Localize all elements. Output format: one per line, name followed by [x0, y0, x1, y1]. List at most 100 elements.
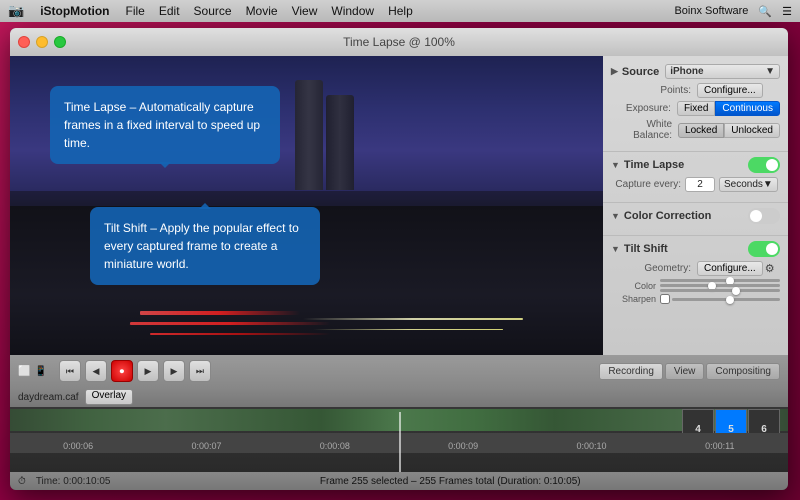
menubar-right: Boinx Software 🔍 ☰ [674, 5, 792, 18]
record-button[interactable]: ⏺ [111, 360, 133, 382]
main-window: Time Lapse @ 100% [10, 28, 788, 490]
mobile-icon: 📱 [34, 366, 46, 377]
timelapse-label: Time Lapse [624, 159, 684, 171]
timelapse-section: ▼ Time Lapse Capture every: 2 Seconds ▼ [603, 155, 788, 197]
exposure-fixed[interactable]: Fixed [677, 101, 715, 116]
tilt-shift-label: Tilt Shift [624, 243, 668, 255]
trail-white2 [313, 329, 503, 330]
menu-icon[interactable]: ☰ [782, 5, 792, 18]
video-background: Time Lapse – Automatically capture frame… [10, 56, 603, 355]
capture-value[interactable]: 2 [685, 177, 715, 192]
color-arrow: ▼ [611, 211, 620, 221]
tooltip-timelapse-text: Time Lapse – Automatically capture frame… [64, 100, 260, 150]
tick-2: 0:00:07 [142, 441, 270, 451]
window-title: Time Lapse @ 100% [343, 35, 455, 49]
menu-edit[interactable]: Edit [159, 4, 180, 18]
configure-points-button[interactable]: Configure... [697, 83, 763, 98]
play-button[interactable]: ▶ [137, 360, 159, 382]
menu-view[interactable]: View [292, 4, 318, 18]
skip-back-button[interactable]: ⏮ [59, 360, 81, 382]
trail-red2 [150, 333, 330, 335]
overlay-select[interactable]: Overlay [85, 389, 133, 405]
sharpen-slider-row: Sharpen [611, 294, 780, 304]
tooltip-tiltshift: Tilt Shift – Apply the popular effect to… [90, 207, 320, 285]
divider1 [603, 151, 788, 152]
gear-icon[interactable]: ⚙ [765, 262, 775, 275]
tick-5: 0:00:10 [527, 441, 655, 451]
configure-geometry-button[interactable]: Configure... [697, 261, 763, 276]
wb-unlocked[interactable]: Unlocked [724, 123, 780, 138]
right-panel: ▶ Source iPhone ▼ Points: Configure... E… [603, 56, 788, 355]
tab-recording[interactable]: Recording [599, 363, 663, 380]
source-section: ▶ Source iPhone ▼ Points: Configure... E… [603, 62, 788, 146]
building2 [326, 95, 354, 190]
minimize-button[interactable] [36, 36, 48, 48]
tilt-shift-section: ▼ Tilt Shift Geometry: Configure... ⚙ Co… [603, 239, 788, 308]
exposure-continuous[interactable]: Continuous [715, 101, 780, 116]
source-arrow: ▶ [611, 66, 618, 77]
tilt-shift-header[interactable]: ▼ Tilt Shift [611, 241, 780, 257]
traffic-lights [18, 36, 66, 48]
titlebar: Time Lapse @ 100% [10, 28, 788, 56]
maximize-button[interactable] [54, 36, 66, 48]
menu-source[interactable]: Source [194, 4, 232, 18]
trail-red1 [130, 322, 330, 325]
monitor-icon: ⬜ [18, 366, 30, 377]
menu-items: File Edit Source Movie View Window Help [126, 4, 413, 18]
wb-row: White Balance: Locked Unlocked [611, 119, 780, 141]
capture-every-label: Capture every: [611, 179, 681, 190]
tilt-shift-toggle[interactable] [748, 241, 780, 257]
color-slider-label: Color [611, 281, 656, 291]
color-correction-header[interactable]: ▼ Color Correction [611, 208, 780, 224]
tooltip-tiltshift-text: Tilt Shift – Apply the popular effect to… [104, 221, 299, 271]
color-slider-1[interactable] [660, 279, 780, 282]
color-slider-2[interactable] [660, 284, 780, 287]
source-device-select[interactable]: iPhone ▼ [665, 64, 780, 79]
search-icon[interactable]: 🔍 [758, 5, 772, 18]
wb-radio: Locked Unlocked [678, 123, 780, 138]
trail-red3 [140, 311, 300, 315]
wb-label: White Balance: [611, 119, 672, 141]
capture-row: Capture every: 2 Seconds ▼ [611, 177, 780, 192]
tab-compositing[interactable]: Compositing [706, 363, 780, 380]
menubar: 📷 iStopMotion File Edit Source Movie Vie… [0, 0, 800, 22]
menu-file[interactable]: File [126, 4, 145, 18]
points-row: Points: Configure... [611, 83, 780, 98]
app-icon: 📷 [8, 3, 24, 19]
timelapse-header[interactable]: ▼ Time Lapse [611, 157, 780, 173]
step-back-button[interactable]: ◀ [85, 360, 107, 382]
color-correction-section: ▼ Color Correction [603, 206, 788, 230]
capture-unit-select[interactable]: Seconds ▼ [719, 177, 778, 192]
exposure-radio: Fixed Continuous [677, 101, 780, 116]
sharpen-controls [660, 294, 780, 304]
menu-window[interactable]: Window [331, 4, 374, 18]
exposure-label: Exposure: [611, 103, 671, 114]
sharpen-checkbox[interactable] [660, 294, 670, 304]
menu-help[interactable]: Help [388, 4, 413, 18]
color-slider-row: Color [611, 279, 780, 292]
time-icon: ⏱ [18, 476, 26, 487]
playhead[interactable] [399, 412, 401, 472]
close-button[interactable] [18, 36, 30, 48]
app-name[interactable]: iStopMotion [40, 4, 109, 18]
color-correction-toggle[interactable] [748, 208, 780, 224]
skip-forward-button[interactable]: ⏭ [189, 360, 211, 382]
source-label: Source [622, 66, 659, 78]
geometry-row: Geometry: Configure... ⚙ [611, 261, 780, 276]
building1 [295, 80, 323, 190]
tick-end: 0:00:11 [656, 441, 784, 451]
status-frame-info: Frame 255 selected – 255 Frames total (D… [121, 476, 781, 487]
tab-view[interactable]: View [665, 363, 705, 380]
timelapse-arrow: ▼ [611, 160, 620, 170]
points-label: Points: [611, 85, 691, 96]
tick-1: 0:00:06 [14, 441, 142, 451]
color-slider-3[interactable] [660, 289, 780, 292]
menu-movie[interactable]: Movie [246, 4, 278, 18]
source-header[interactable]: ▶ Source iPhone ▼ [611, 64, 780, 79]
exposure-row: Exposure: Fixed Continuous [611, 101, 780, 116]
step-forward-button[interactable]: ▶ [163, 360, 185, 382]
sharpen-slider[interactable] [672, 298, 780, 301]
timelapse-toggle[interactable] [748, 157, 780, 173]
geometry-label: Geometry: [611, 263, 691, 274]
wb-locked[interactable]: Locked [678, 123, 724, 138]
